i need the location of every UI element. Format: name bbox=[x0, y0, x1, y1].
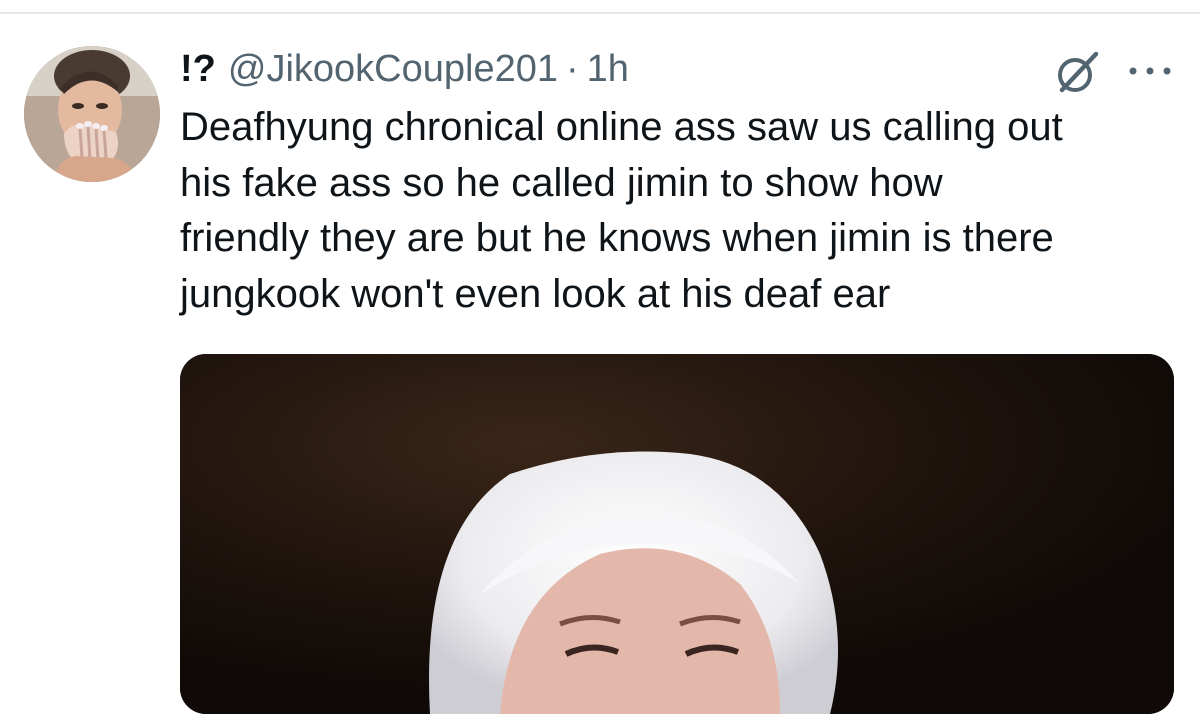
tweet[interactable]: !? @JikookCouple201 · 1h Deafhyung chron… bbox=[0, 0, 1200, 714]
tweet-text-line: jungkook won't even look at his deaf ear bbox=[180, 271, 891, 316]
avatar[interactable] bbox=[24, 46, 160, 182]
tweet-text: Deafhyung chronical online ass saw us ca… bbox=[180, 100, 1180, 322]
display-name[interactable]: !? bbox=[180, 48, 216, 91]
grok-icon[interactable] bbox=[1054, 50, 1100, 96]
media-image bbox=[180, 354, 1174, 714]
tweet-text-line: Deafhyung chronical online ass saw us ca… bbox=[180, 105, 1063, 149]
tweet-text-line: friendly they are but he knows when jimi… bbox=[180, 216, 1054, 260]
user-handle[interactable]: @JikookCouple201 bbox=[228, 48, 558, 91]
tweet-media[interactable] bbox=[180, 354, 1174, 714]
separator-dot: · bbox=[565, 47, 579, 90]
tweet-header: !? @JikookCouple201 · 1h bbox=[180, 44, 629, 94]
tweet-text-line: his fake ass so he called jimin to show … bbox=[180, 160, 943, 205]
avatar-image bbox=[24, 46, 160, 182]
timestamp[interactable]: 1h bbox=[587, 48, 629, 91]
more-options-icon[interactable] bbox=[1120, 56, 1180, 86]
